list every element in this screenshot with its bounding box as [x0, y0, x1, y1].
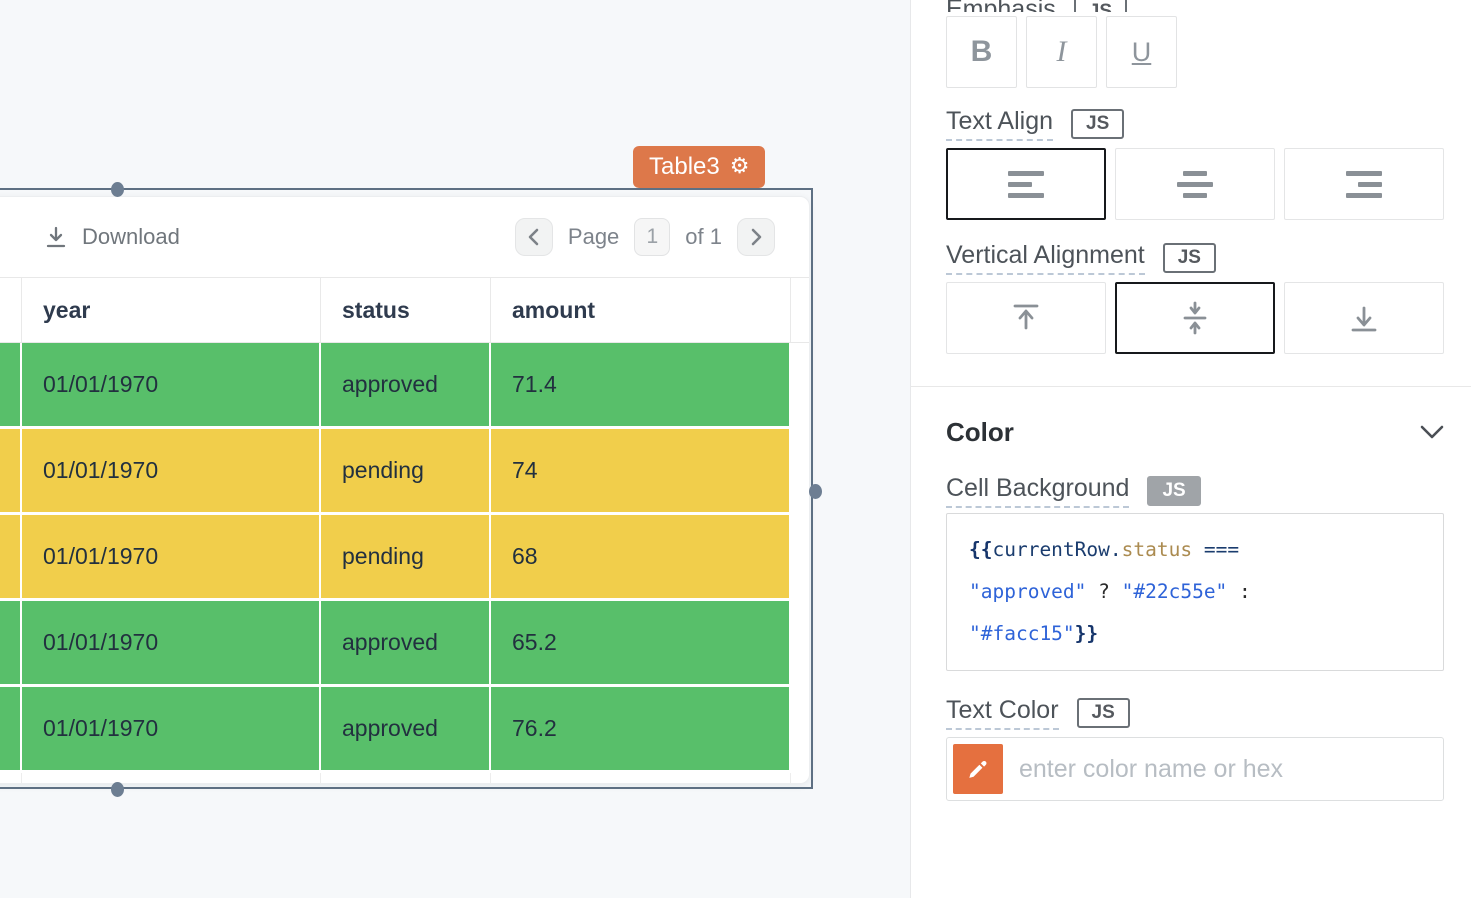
valign-bottom-button[interactable]	[1284, 282, 1444, 354]
chevron-right-icon	[748, 227, 764, 247]
cell-background-label: Cell Background	[946, 474, 1129, 508]
text-align-js-toggle[interactable]: JS	[1071, 109, 1124, 139]
table-cell-stub[interactable]	[0, 515, 22, 601]
editor-canvas[interactable]: Table3 ⚙ Download	[0, 0, 911, 898]
table-partial-row	[0, 773, 809, 784]
page-label: Page	[568, 224, 619, 250]
table-cell[interactable]: 76.2	[491, 687, 791, 773]
vertical-alignment-buttons	[946, 282, 1444, 354]
align-left-icon	[1008, 171, 1044, 198]
table-row[interactable]: 01/01/1970pending68	[0, 515, 809, 601]
table-body: 01/01/1970approved71.401/01/1970pending7…	[0, 343, 809, 773]
text-color-input[interactable]	[1019, 755, 1437, 784]
table-cell[interactable]: 68	[491, 515, 791, 601]
table-cell[interactable]: 74	[491, 429, 791, 515]
gear-icon[interactable]: ⚙	[730, 156, 750, 178]
valign-center-icon	[1178, 301, 1212, 335]
table-row[interactable]: 01/01/1970approved76.2	[0, 687, 809, 773]
valign-top-button[interactable]	[946, 282, 1106, 354]
table-header-row: year status amount	[0, 277, 809, 343]
app-root: Table3 ⚙ Download	[0, 0, 1472, 898]
table-cell-stub[interactable]	[0, 687, 22, 773]
table-row[interactable]: 01/01/1970approved71.4	[0, 343, 809, 429]
table-cell-stub[interactable]	[0, 429, 22, 515]
table-cell[interactable]: approved	[321, 343, 491, 429]
table-cell[interactable]: 01/01/1970	[22, 515, 321, 601]
resize-handle-bottom[interactable]	[111, 782, 124, 797]
inspector-panel: Emphasis JS B I U Text Align JS Verti	[911, 0, 1471, 898]
color-section-header[interactable]: Color	[946, 415, 1444, 449]
emphasis-label: Emphasis	[946, 0, 1056, 12]
table-cell[interactable]: pending	[321, 429, 491, 515]
table-cell-stub[interactable]	[0, 343, 22, 429]
prev-page-button[interactable]	[515, 218, 553, 256]
emphasis-section-clipped: Emphasis JS	[946, 0, 1444, 12]
table-cell-stub[interactable]	[0, 601, 22, 687]
table-cell[interactable]: approved	[321, 601, 491, 687]
table-widget[interactable]: Download Page 1 of 1	[0, 196, 810, 784]
italic-glyph: I	[1057, 35, 1067, 69]
code-line: "approved" ? "#22c55e" :	[969, 571, 1421, 613]
underline-button[interactable]: U	[1106, 16, 1177, 88]
align-right-icon	[1346, 171, 1382, 198]
download-label: Download	[82, 224, 180, 250]
cell-background-js-toggle[interactable]: JS	[1147, 476, 1200, 506]
cell-background-code-editor[interactable]: {{currentRow.status ==="approved" ? "#22…	[946, 513, 1444, 671]
pagination: Page 1 of 1	[515, 218, 775, 256]
table-cell[interactable]: 71.4	[491, 343, 791, 429]
valign-center-button[interactable]	[1115, 282, 1275, 354]
table-toolbar: Download Page 1 of 1	[0, 197, 809, 277]
table-cell[interactable]: 65.2	[491, 601, 791, 687]
underline-glyph: U	[1132, 37, 1152, 68]
text-color-label: Text Color	[946, 696, 1059, 730]
valign-bottom-icon	[1347, 301, 1381, 335]
page-count-label: of 1	[685, 224, 722, 250]
page-number-input[interactable]: 1	[634, 218, 670, 256]
download-button[interactable]: Download	[43, 224, 180, 250]
next-page-button[interactable]	[737, 218, 775, 256]
chevron-down-icon[interactable]	[1420, 425, 1444, 440]
table-header-stub	[0, 278, 22, 342]
align-right-button[interactable]	[1284, 148, 1444, 220]
align-left-button[interactable]	[946, 148, 1106, 220]
eyedropper-icon	[965, 756, 991, 782]
column-header-year[interactable]: year	[22, 278, 321, 342]
table-row[interactable]: 01/01/1970approved65.2	[0, 601, 809, 687]
column-header-status[interactable]: status	[321, 278, 491, 342]
bold-glyph: B	[971, 35, 993, 69]
table-cell[interactable]: 01/01/1970	[22, 601, 321, 687]
color-section-title: Color	[946, 417, 1014, 448]
vertical-alignment-js-toggle[interactable]: JS	[1163, 243, 1216, 273]
italic-button[interactable]: I	[1026, 16, 1097, 88]
table-cell[interactable]: 01/01/1970	[22, 687, 321, 773]
bold-button[interactable]: B	[946, 16, 1017, 88]
text-color-js-toggle[interactable]: JS	[1077, 698, 1130, 728]
resize-handle-right[interactable]	[809, 484, 822, 499]
table-cell[interactable]: 01/01/1970	[22, 429, 321, 515]
text-align-label: Text Align	[946, 107, 1053, 141]
table-cell[interactable]: approved	[321, 687, 491, 773]
download-icon	[43, 224, 69, 250]
column-header-amount[interactable]: amount	[491, 278, 791, 342]
text-align-buttons	[946, 148, 1444, 220]
widget-name-tab[interactable]: Table3 ⚙	[633, 146, 765, 188]
align-center-button[interactable]	[1115, 148, 1275, 220]
widget-name-label: Table3	[649, 153, 720, 181]
code-line: "#facc15"}}	[969, 613, 1421, 655]
vertical-alignment-label: Vertical Alignment	[946, 241, 1145, 275]
color-swatch-button[interactable]	[953, 744, 1003, 794]
table-row[interactable]: 01/01/1970pending74	[0, 429, 809, 515]
align-center-icon	[1177, 171, 1213, 198]
valign-top-icon	[1009, 301, 1043, 335]
emphasis-buttons: B I U	[946, 16, 1444, 88]
resize-handle-top[interactable]	[111, 182, 124, 197]
section-divider	[911, 386, 1471, 387]
text-color-input-wrap	[946, 737, 1444, 801]
table-cell[interactable]: pending	[321, 515, 491, 601]
emphasis-js-toggle[interactable]: JS	[1074, 0, 1127, 12]
code-line: {{currentRow.status ===	[969, 529, 1421, 571]
table-cell[interactable]: 01/01/1970	[22, 343, 321, 429]
chevron-left-icon	[526, 227, 542, 247]
